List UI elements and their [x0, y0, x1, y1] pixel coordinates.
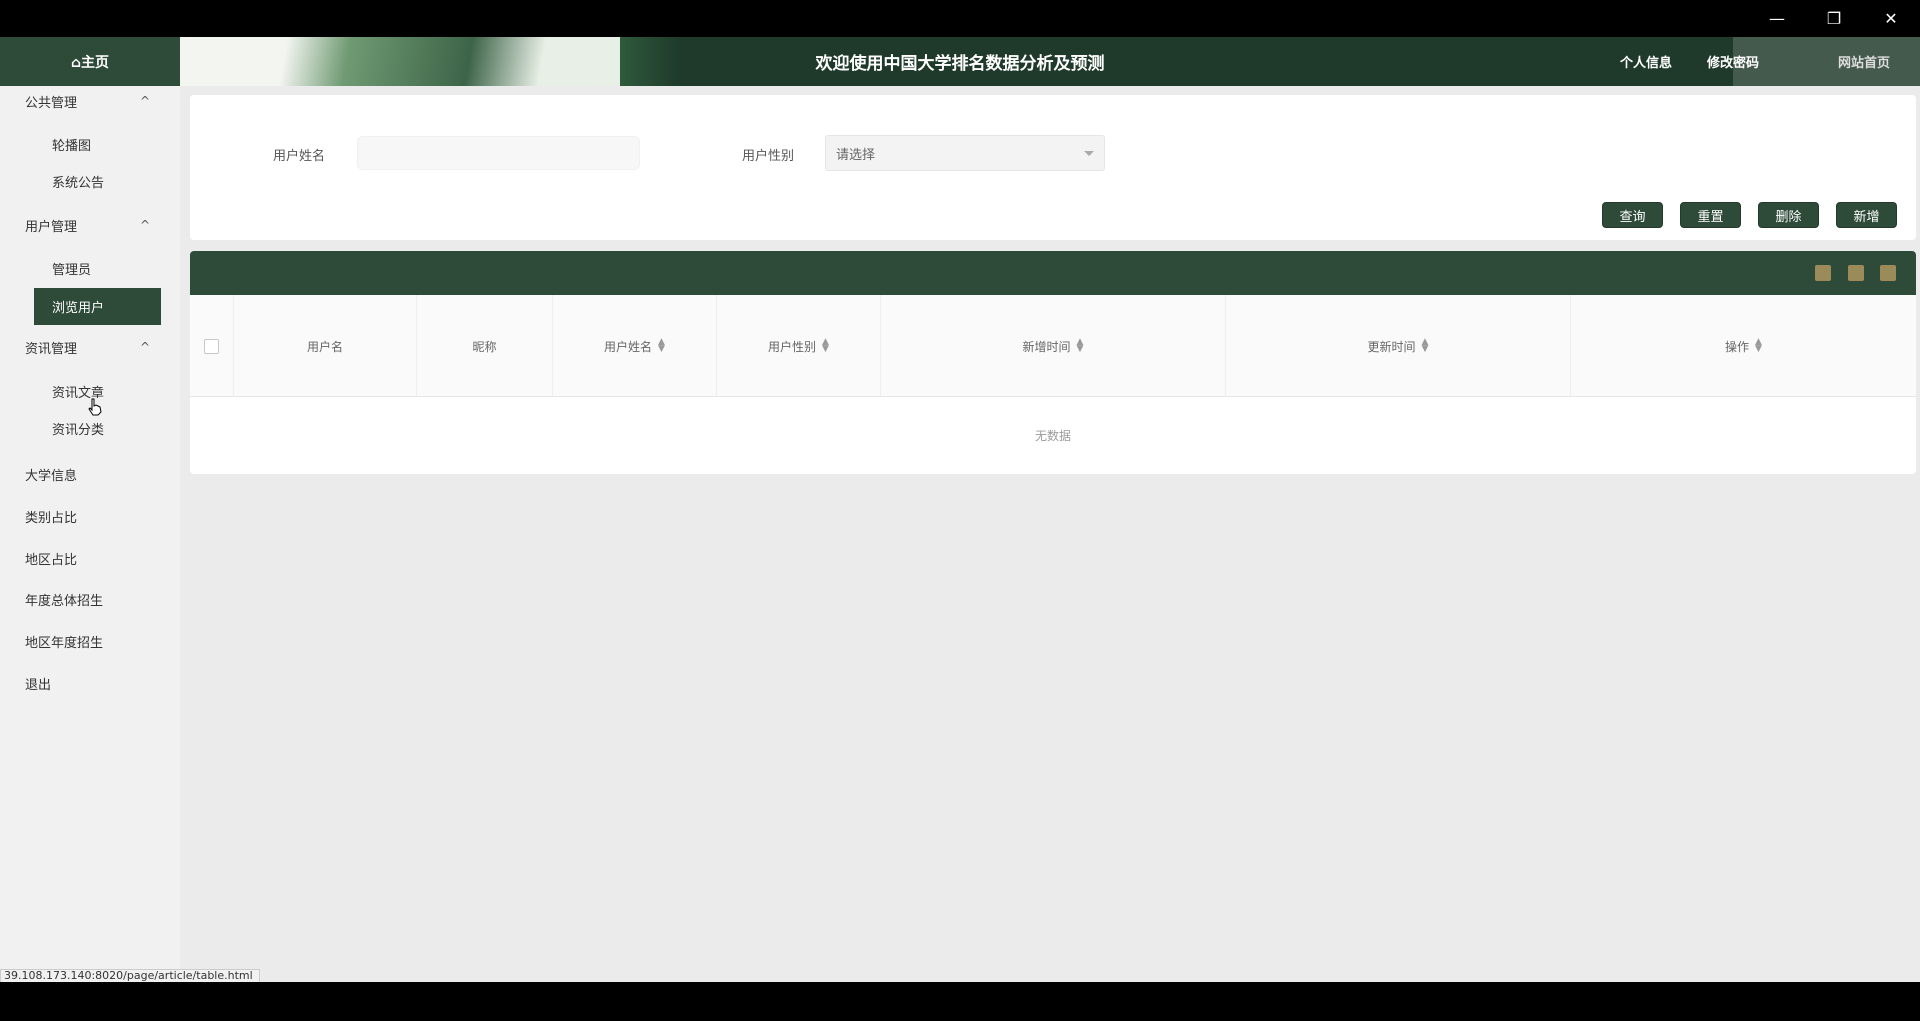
- sort-icon[interactable]: ▲ ▼: [1755, 338, 1762, 354]
- table-header: 用户名 昵称 用户姓名 ▲ ▼ 用户性别 ▲ ▼ 新增时间 ▲ ▼ 更新时间 ▲…: [190, 295, 1916, 397]
- column-username[interactable]: 用户名: [234, 295, 417, 397]
- sort-icon[interactable]: ▲ ▼: [1422, 338, 1429, 354]
- header-banner-wave: [620, 37, 680, 86]
- empty-state: 无数据: [1034, 429, 1071, 443]
- export-icon[interactable]: [1848, 265, 1864, 281]
- minimize-icon[interactable]: —: [1749, 0, 1805, 37]
- chevron-up-icon: ^: [139, 218, 150, 232]
- column-label: 用户性别: [768, 339, 817, 354]
- change-password-link[interactable]: 修改密码: [1707, 37, 1759, 86]
- sidebar-item-announcement[interactable]: 系统公告: [34, 163, 161, 200]
- reset-button[interactable]: 重置: [1680, 202, 1741, 228]
- sort-icon[interactable]: ▲ ▼: [1077, 338, 1084, 354]
- app-header: ⌂主页 欢迎使用中国大学排名数据分析及预测 个人信息 修改密码 网站首页: [0, 37, 1920, 86]
- close-icon[interactable]: ✕: [1863, 0, 1919, 37]
- sidebar-item-carousel[interactable]: 轮播图: [34, 126, 161, 163]
- window-titlebar: — ❐ ✕: [0, 0, 1920, 37]
- user-name-input[interactable]: [357, 136, 640, 170]
- app-window: — ❐ ✕ ⌂主页 欢迎使用中国大学排名数据分析及预测 个人信息 修改密码 网站…: [0, 0, 1920, 1021]
- sidebar-item-browse-users[interactable]: 浏览用户: [34, 288, 161, 325]
- table-toolbar: [190, 251, 1916, 295]
- sidebar-item-logout[interactable]: 退出: [0, 668, 180, 698]
- status-bar-url: 39.108.173.140:8020/page/article/table.h…: [0, 969, 260, 983]
- profile-link[interactable]: 个人信息: [1620, 37, 1672, 86]
- main-content: 用户姓名 用户性别 请选择 查询 重置 删除 新增 用户名 昵称 用户姓名 ▲ …: [180, 86, 1920, 982]
- sort-icon[interactable]: ▲ ▼: [658, 338, 665, 354]
- sidebar-group-news[interactable]: 资讯管理 ^: [0, 332, 180, 362]
- column-gender[interactable]: 用户性别 ▲ ▼: [717, 295, 881, 397]
- sidebar-group-label: 用户管理: [25, 219, 78, 235]
- column-nickname[interactable]: 昵称: [417, 295, 553, 397]
- search-panel: 用户姓名 用户性别 请选择 查询 重置 删除 新增: [190, 95, 1916, 240]
- sidebar-group-label: 资讯管理: [25, 341, 78, 357]
- column-full-name[interactable]: 用户姓名 ▲ ▼: [553, 295, 717, 397]
- sidebar-group-label: 公共管理: [25, 95, 78, 111]
- sidebar-item-university-info[interactable]: 大学信息: [0, 459, 180, 489]
- delete-button[interactable]: 删除: [1758, 202, 1819, 228]
- caret-down-icon: [1084, 151, 1094, 156]
- chevron-up-icon: ^: [139, 94, 150, 108]
- home-link[interactable]: ⌂主页: [0, 37, 180, 86]
- filter-columns-icon[interactable]: [1815, 265, 1831, 281]
- column-label: 用户姓名: [604, 339, 653, 354]
- sidebar-item-region-ratio[interactable]: 地区占比: [0, 543, 180, 573]
- sidebar-item-admin[interactable]: 管理员: [34, 250, 161, 287]
- select-placeholder: 请选择: [836, 147, 876, 163]
- column-label: 昵称: [472, 339, 497, 354]
- sidebar-item-category-ratio[interactable]: 类别占比: [0, 501, 180, 531]
- sort-icon[interactable]: ▲ ▼: [822, 338, 829, 354]
- column-updated-time[interactable]: 更新时间 ▲ ▼: [1226, 295, 1571, 397]
- select-all-checkbox[interactable]: [204, 338, 219, 354]
- column-created-time[interactable]: 新增时间 ▲ ▼: [881, 295, 1226, 397]
- data-table: 用户名 昵称 用户姓名 ▲ ▼ 用户性别 ▲ ▼ 新增时间 ▲ ▼ 更新时间 ▲…: [190, 251, 1916, 474]
- sidebar: 公共管理 ^ 轮播图 系统公告 用户管理 ^ 管理员 浏览用户 资讯管理 ^ 资…: [0, 86, 180, 982]
- maximize-icon[interactable]: ❐: [1806, 0, 1862, 37]
- user-gender-select[interactable]: 请选择: [825, 135, 1105, 171]
- user-name-label: 用户姓名: [273, 149, 326, 164]
- header-banner-decoration: [180, 37, 660, 86]
- hand-cursor-icon: [88, 398, 102, 416]
- query-button[interactable]: 查询: [1602, 202, 1663, 228]
- column-actions[interactable]: 操作 ▲ ▼: [1571, 295, 1916, 397]
- sidebar-group-public[interactable]: 公共管理 ^: [0, 86, 180, 116]
- column-label: 更新时间: [1367, 339, 1416, 354]
- user-gender-label: 用户性别: [742, 149, 795, 164]
- column-label: 用户名: [306, 339, 343, 354]
- column-label: 操作: [1725, 339, 1750, 354]
- sidebar-item-region-annual-enrollment[interactable]: 地区年度招生: [0, 626, 180, 656]
- print-icon[interactable]: [1880, 265, 1896, 281]
- add-button[interactable]: 新增: [1836, 202, 1897, 228]
- select-all-cell: [190, 295, 234, 397]
- sidebar-item-annual-enrollment[interactable]: 年度总体招生: [0, 584, 180, 614]
- site-home-link[interactable]: 网站首页: [1838, 37, 1890, 86]
- column-label: 新增时间: [1022, 339, 1071, 354]
- bottom-bar: [0, 982, 1920, 1021]
- chevron-up-icon: ^: [139, 340, 150, 354]
- sidebar-group-users[interactable]: 用户管理 ^: [0, 210, 180, 240]
- page-title: 欢迎使用中国大学排名数据分析及预测: [815, 54, 1105, 74]
- header-pale-overlay: [1733, 37, 1920, 86]
